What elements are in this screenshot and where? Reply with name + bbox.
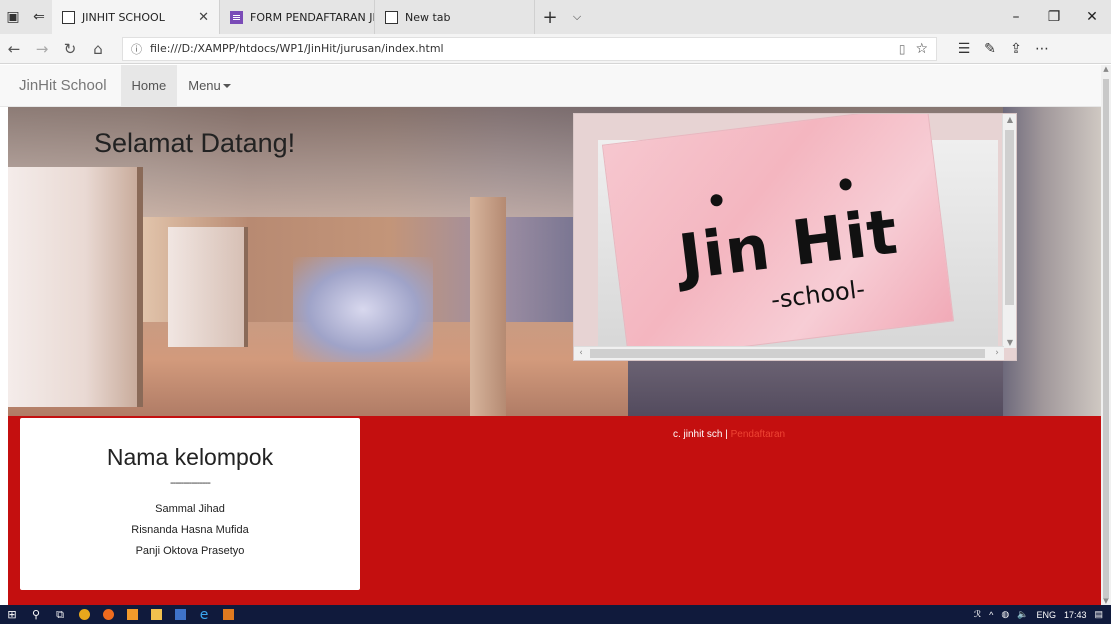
logo-dot xyxy=(838,177,853,192)
tab-jinhit-school[interactable]: JINHIT SCHOOL ✕ xyxy=(52,0,220,34)
pen-icon[interactable]: ✎ xyxy=(977,41,1003,57)
volume-icon[interactable]: 🔈 xyxy=(1017,609,1028,620)
hero-window-left xyxy=(8,167,143,407)
chevron-down-icon[interactable]: ⌵ xyxy=(565,0,589,34)
tab-new-tab[interactable]: New tab xyxy=(375,0,535,34)
back-arrow-icon[interactable]: ← xyxy=(0,40,28,58)
new-tab-page-icon xyxy=(385,10,398,24)
iframe-horizontal-scrollbar[interactable]: ‹ › xyxy=(574,346,1004,360)
hero-corridor-light xyxy=(293,257,433,362)
scroll-up-icon[interactable]: ▲ xyxy=(1101,65,1111,73)
brand-link[interactable]: JinHit School xyxy=(0,77,121,94)
tab-form-pendaftaran[interactable]: FORM PENDAFTARAN JINH xyxy=(220,0,375,34)
hero-window-far xyxy=(168,227,248,347)
favorites-list-icon[interactable]: ☰ xyxy=(951,41,977,57)
set-aside-tabs-icon[interactable]: ⇐ xyxy=(26,0,52,34)
tab-label: JINHIT SCHOOL xyxy=(82,10,165,24)
nav-menu-label: Menu xyxy=(188,78,221,93)
chrome-icon[interactable] xyxy=(72,605,96,624)
scroll-thumb[interactable] xyxy=(1005,130,1014,305)
new-tab-button[interactable]: + xyxy=(535,0,565,34)
footer-section: Nama kelompok --------------- Sammal Jih… xyxy=(8,416,1101,605)
copyright-text: c. jinhit sch | xyxy=(673,429,728,440)
url-text: file:///D:/XAMPP/htdocs/WP1/JinHit/jurus… xyxy=(150,42,444,55)
url-input[interactable]: ⓘ file:///D:/XAMPP/htdocs/WP1/JinHit/jur… xyxy=(122,36,937,61)
logo-main-text: Jin Hit xyxy=(674,194,902,294)
nav-home[interactable]: Home xyxy=(120,64,178,107)
task-view-icon[interactable]: ⧉ xyxy=(48,605,72,624)
more-icon[interactable]: ⋯ xyxy=(1029,41,1055,57)
network-icon[interactable]: ◍ xyxy=(1001,609,1009,620)
scroll-thumb[interactable] xyxy=(590,349,985,358)
chevron-up-icon[interactable]: ^ xyxy=(989,610,993,620)
browser-tab-bar: ▣ ⇐ JINHIT SCHOOL ✕ FORM PENDAFTARAN JIN… xyxy=(0,0,1111,34)
nav-home-label: Home xyxy=(131,78,167,93)
logo-iframe[interactable]: Jin Hit -school- ▲ ▼ ‹ › xyxy=(573,113,1017,361)
clock[interactable]: 17:43 xyxy=(1064,610,1087,620)
windows-start-icon[interactable]: ⊞ xyxy=(0,605,24,624)
scroll-left-icon[interactable]: ‹ xyxy=(574,347,588,360)
scroll-thumb[interactable] xyxy=(1103,79,1109,599)
hero-right-wall xyxy=(1003,107,1101,416)
hero-pillar xyxy=(470,197,506,416)
home-icon[interactable]: ⌂ xyxy=(84,40,112,58)
pendaftaran-link[interactable]: Pendaftaran xyxy=(731,429,786,440)
site-navbar: JinHit School Home Menu xyxy=(0,64,1101,107)
refresh-icon[interactable]: ↻ xyxy=(56,40,84,58)
people-icon[interactable]: ℛ xyxy=(974,609,981,620)
share-icon[interactable]: ⇪ xyxy=(1003,41,1029,57)
forms-icon xyxy=(230,10,243,24)
group-card: Nama kelompok --------------- Sammal Jih… xyxy=(20,418,360,590)
footer-copyright: c. jinhit sch | Pendaftaran xyxy=(673,429,785,440)
search-icon[interactable]: ⚲ xyxy=(24,605,48,624)
firefox-icon[interactable] xyxy=(96,605,120,624)
page-icon xyxy=(62,10,75,24)
logo-card: Jin Hit -school- xyxy=(601,114,955,360)
favorite-star-icon[interactable]: ☆ xyxy=(915,41,928,57)
page-scrollbar[interactable]: ▲ ▼ xyxy=(1101,65,1111,605)
group-title: Nama kelompok xyxy=(106,444,274,470)
close-window-button[interactable]: ✕ xyxy=(1073,0,1111,34)
notification-icon[interactable]: ▤ xyxy=(1094,609,1103,620)
window-controls: – ❐ ✕ xyxy=(997,0,1111,34)
member-name: Risnanda Hasna Mufida xyxy=(131,524,249,536)
edge-icon[interactable]: e xyxy=(192,605,216,624)
group-separator: --------------- xyxy=(170,477,211,489)
logo-dot xyxy=(709,193,724,207)
caret-down-icon xyxy=(222,83,231,88)
tab-label: FORM PENDAFTARAN JINH xyxy=(250,10,374,24)
file-explorer-icon[interactable] xyxy=(144,605,168,624)
sublime-icon[interactable] xyxy=(216,605,240,624)
xampp-icon[interactable] xyxy=(120,605,144,624)
nav-menu-dropdown[interactable]: Menu xyxy=(177,65,242,107)
hero-title: Selamat Datang! xyxy=(94,128,296,158)
member-name: Panji Oktova Prasetyo xyxy=(135,545,245,557)
scroll-right-icon[interactable]: › xyxy=(990,347,1004,360)
scroll-down-icon[interactable]: ▼ xyxy=(1003,338,1016,347)
info-icon[interactable]: ⓘ xyxy=(131,41,142,57)
reading-view-icon[interactable]: ▯ xyxy=(899,42,906,56)
forward-arrow-icon[interactable]: → xyxy=(28,40,56,58)
minimize-button[interactable]: – xyxy=(997,0,1035,34)
close-icon[interactable]: ✕ xyxy=(198,10,209,25)
system-tray: ℛ ^ ◍ 🔈 ENG 17:43 ▤ xyxy=(974,609,1111,620)
word-icon[interactable] xyxy=(168,605,192,624)
windows-taskbar: ⊞ ⚲ ⧉ e ℛ ^ ◍ 🔈 ENG 17:43 ▤ xyxy=(0,605,1111,624)
restore-button[interactable]: ❐ xyxy=(1035,0,1073,34)
scroll-down-icon[interactable]: ▼ xyxy=(1101,597,1111,605)
tab-preview-icon[interactable]: ▣ xyxy=(0,0,26,34)
language-indicator[interactable]: ENG xyxy=(1036,610,1056,620)
address-bar-row: ← → ↻ ⌂ ⓘ file:///D:/XAMPP/htdocs/WP1/Ji… xyxy=(0,34,1111,64)
iframe-vertical-scrollbar[interactable]: ▲ ▼ xyxy=(1002,114,1016,348)
browser-tools: ☰ ✎ ⇪ ⋯ xyxy=(951,41,1055,57)
tab-label: New tab xyxy=(405,10,451,24)
member-name: Sammal Jihad xyxy=(155,503,225,515)
scroll-up-icon[interactable]: ▲ xyxy=(1003,115,1016,124)
